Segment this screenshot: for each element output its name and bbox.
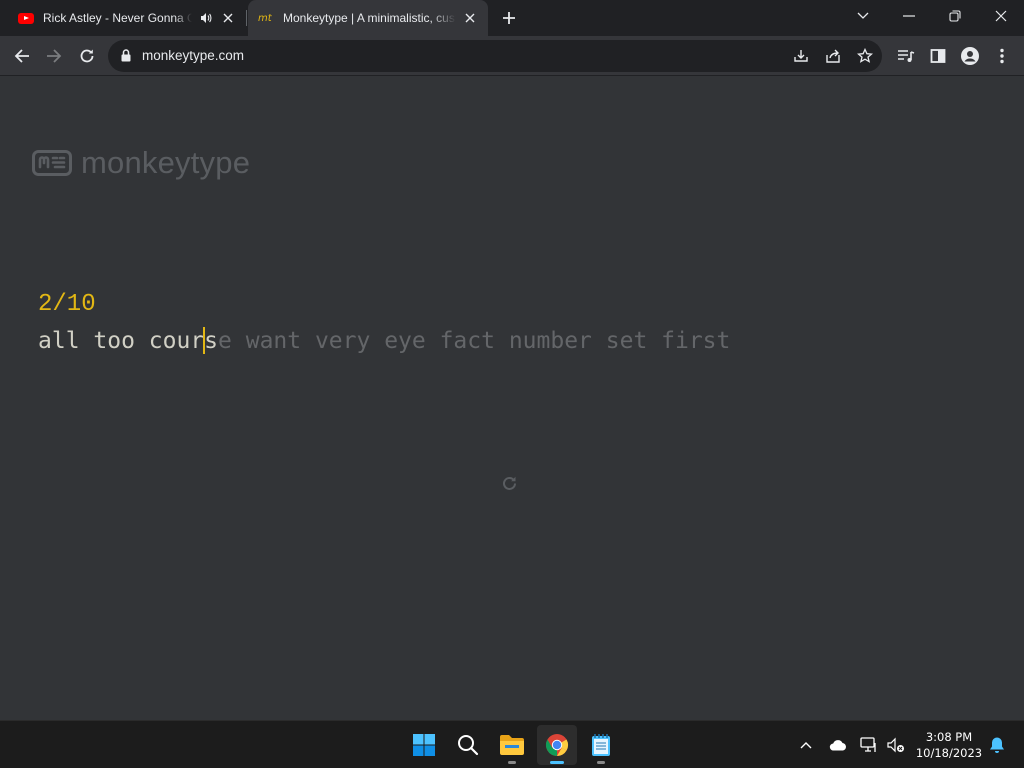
speaker-icon[interactable] (198, 10, 214, 26)
profile-button[interactable] (956, 42, 984, 70)
volume-tray-icon[interactable] (884, 733, 908, 757)
tab-monkeytype[interactable]: mt Monkeytype | A minimalistic, customiz… (248, 0, 488, 36)
share-icon[interactable] (822, 46, 844, 66)
tab-title: Rick Astley - Never Gonna Give You Up (43, 11, 192, 25)
notifications-button[interactable] (985, 733, 1009, 757)
side-panel-button[interactable] (924, 42, 952, 70)
taskbar-search-button[interactable] (448, 725, 488, 765)
running-indicator (597, 761, 605, 764)
speaker-muted-icon (887, 737, 904, 753)
restore-icon (949, 10, 961, 22)
forward-button[interactable] (40, 42, 68, 70)
media-controls-button[interactable] (892, 42, 920, 70)
chevron-down-icon (857, 12, 869, 19)
url-text: monkeytype.com (142, 48, 245, 63)
taskbar-chrome[interactable] (537, 725, 577, 765)
reload-button[interactable] (73, 42, 101, 70)
lock-icon[interactable] (120, 48, 132, 63)
taskbar-notepad[interactable] (581, 725, 621, 765)
start-button[interactable] (404, 725, 444, 765)
install-app-icon[interactable] (790, 46, 812, 66)
word-progress-counter: 2/10 (38, 291, 96, 318)
clock-time: 3:08 PM (925, 730, 973, 744)
youtube-icon (18, 12, 34, 24)
tab-search-button[interactable] (840, 0, 886, 32)
network-icon (860, 737, 876, 752)
network-tray-icon[interactable] (857, 733, 881, 757)
close-tab-icon[interactable] (462, 10, 478, 26)
taskbar-clock[interactable]: 3:08 PM 10/18/2023 (914, 729, 984, 761)
typing-words[interactable]: all too course want very eye fact number… (38, 327, 730, 354)
arrow-left-icon (14, 49, 29, 63)
search-icon (458, 735, 479, 756)
current-letter: s (204, 328, 219, 354)
side-panel-icon (930, 49, 946, 63)
reload-icon (80, 49, 94, 63)
monkeytype-page: monkeytype 2/10 all too course want very… (0, 77, 1024, 720)
notepad-icon (592, 734, 610, 756)
bookmark-star-icon[interactable] (854, 46, 876, 66)
minimize-icon (903, 15, 915, 17)
restart-icon (502, 476, 516, 490)
more-vertical-icon (1000, 48, 1004, 64)
cloud-icon (829, 740, 846, 751)
running-indicator (508, 761, 516, 764)
logo[interactable]: monkeytype (32, 145, 250, 181)
bell-icon (990, 737, 1004, 753)
onedrive-tray-icon[interactable] (826, 733, 850, 757)
show-hidden-icons-button[interactable] (794, 733, 818, 757)
new-tab-button[interactable] (498, 7, 520, 29)
folder-icon (500, 735, 524, 755)
avatar-icon (961, 47, 979, 65)
keyboard-logo-icon (32, 150, 72, 176)
tab-strip: Rick Astley - Never Gonna Give You Up mt… (0, 0, 1024, 36)
clock-date: 10/18/2023 (915, 746, 983, 760)
playlist-music-icon (898, 50, 915, 62)
tab-title: Monkeytype | A minimalistic, customizabl… (283, 11, 456, 25)
address-bar[interactable]: monkeytype.com (108, 40, 882, 72)
chrome-icon (546, 734, 568, 756)
typed-text: all too cour (38, 328, 205, 354)
close-icon (995, 10, 1007, 22)
untyped-text: e want very eye fact number set first (218, 328, 731, 354)
arrow-right-icon (47, 49, 62, 63)
restore-button[interactable] (932, 0, 978, 32)
close-tab-icon[interactable] (220, 10, 236, 26)
plus-icon (503, 12, 515, 24)
tab-separator (246, 10, 247, 26)
logo-text: monkeytype (81, 145, 251, 180)
chevron-up-icon (800, 742, 812, 749)
windows-icon (413, 734, 435, 756)
windows-taskbar: 3:08 PM 10/18/2023 (0, 720, 1024, 768)
back-button[interactable] (8, 42, 36, 70)
tab-youtube[interactable]: Rick Astley - Never Gonna Give You Up (8, 0, 246, 36)
restart-test-button[interactable] (498, 472, 520, 494)
taskbar-file-explorer[interactable] (492, 725, 532, 765)
active-indicator (550, 761, 564, 764)
close-window-button[interactable] (978, 0, 1024, 32)
minimize-button[interactable] (886, 0, 932, 32)
monkeytype-favicon: mt (258, 12, 272, 24)
browser-toolbar: monkeytype.com (0, 36, 1024, 76)
chrome-menu-button[interactable] (988, 42, 1016, 70)
